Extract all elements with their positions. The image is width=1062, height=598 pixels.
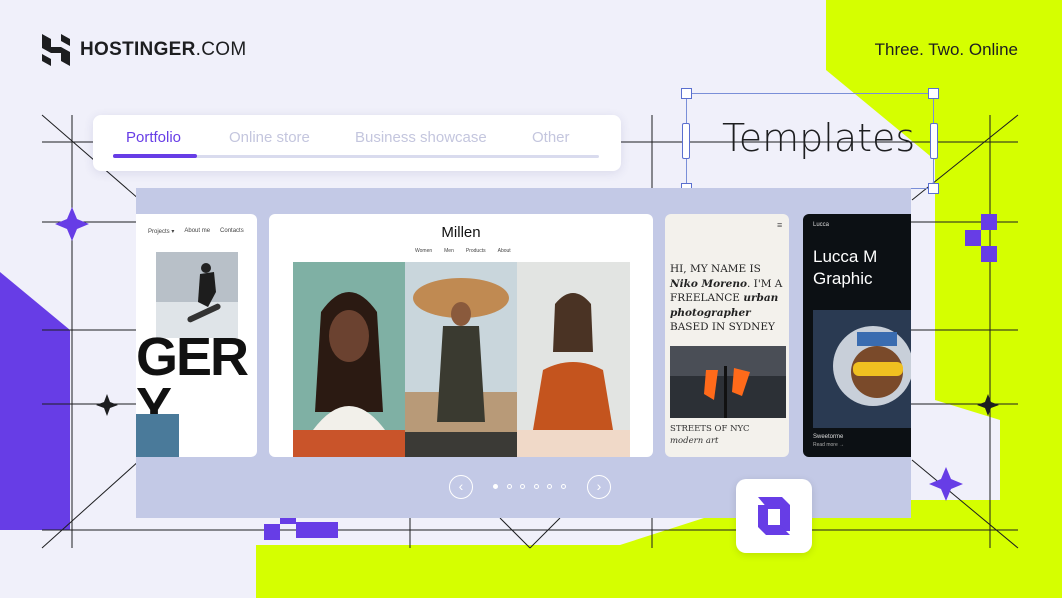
lucca-portrait: [813, 310, 911, 428]
lucca-footer-1: Sweetorme: [813, 434, 844, 440]
lucca-title: Lucca M Graphic: [813, 247, 878, 288]
pager-dot-4[interactable]: [534, 484, 539, 489]
resize-handle-top-right[interactable]: [928, 88, 939, 99]
water-photo: [136, 414, 179, 457]
pager-dot-1[interactable]: [493, 484, 498, 489]
template-card-left[interactable]: Projects ▾ About me Contacts GER Y: [136, 214, 257, 457]
template-card-niko[interactable]: ≡ HI, MY NAME IS Niko Moreno. I'M A FREE…: [665, 214, 789, 457]
resize-handle-top-left[interactable]: [681, 88, 692, 99]
builder-logo-icon: [758, 497, 790, 535]
millen-title: Millen: [441, 224, 481, 241]
template-card-millen[interactable]: Millen Women Men Products About: [269, 214, 653, 457]
pager-dot-6[interactable]: [561, 484, 566, 489]
template-carousel: Projects ▾ About me Contacts GER Y Millen …: [136, 188, 911, 518]
niko-street-photo: [670, 346, 786, 418]
brand-name: HOSTINGER.COM: [80, 39, 247, 60]
sparkle-black-left: [96, 394, 118, 416]
tab-online-store[interactable]: Online store: [229, 129, 310, 146]
resize-handle-right[interactable]: [930, 123, 938, 159]
purple-shape-left: [0, 272, 70, 530]
niko-caption-2: modern art: [670, 436, 719, 446]
niko-intro: HI, MY NAME IS Niko Moreno. I'M A FREELA…: [670, 263, 783, 333]
resize-handle-bottom-right[interactable]: [928, 183, 939, 194]
templates-heading: Templates: [722, 116, 916, 160]
pager-dot-5[interactable]: [547, 484, 552, 489]
tagline: Three. Two. Online: [874, 40, 1018, 59]
tab-business-showcase[interactable]: Business showcase: [355, 129, 487, 146]
pager-dot-2[interactable]: [507, 484, 512, 489]
millen-nav: Women Men Products About: [415, 248, 511, 254]
lucca-footer-2: Read more →: [813, 442, 845, 448]
millen-hero-photos: [293, 262, 630, 457]
hostinger-logo-icon: [42, 34, 70, 66]
template-card-lucca[interactable]: Lucca Lucca M Graphic Sweetorme Read more…: [803, 214, 911, 457]
sparkle-purple-left: [55, 207, 89, 241]
lucca-small-label: Lucca: [813, 222, 830, 228]
brand-logo-group[interactable]: HOSTINGER.COM: [42, 34, 246, 66]
card-nav: Projects ▾ About me Contacts: [148, 228, 244, 235]
tab-portfolio[interactable]: Portfolio: [126, 129, 181, 146]
pager-dot-3[interactable]: [520, 484, 525, 489]
template-category-tabs: Portfolio Online store Business showcase…: [93, 115, 621, 171]
builder-app-icon[interactable]: [736, 479, 812, 553]
sparkle-purple-right: [929, 467, 963, 501]
chevron-left-icon[interactable]: ‹: [449, 475, 473, 499]
niko-caption-1: STREETS OF NYC: [670, 424, 750, 434]
chevron-right-icon[interactable]: ›: [587, 475, 611, 499]
hamburger-icon[interactable]: ≡: [777, 220, 782, 230]
tab-active-indicator: [113, 154, 197, 158]
tab-other[interactable]: Other: [532, 129, 570, 146]
resize-handle-left[interactable]: [682, 123, 690, 159]
